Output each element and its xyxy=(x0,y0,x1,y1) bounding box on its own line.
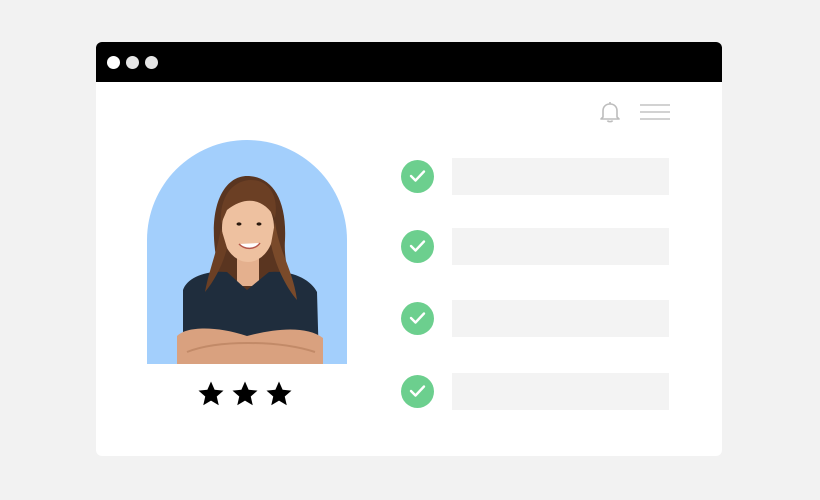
profile-photo xyxy=(147,140,347,364)
profile-card xyxy=(147,140,347,364)
check-circle-icon[interactable] xyxy=(401,160,434,193)
window-minimize-dot[interactable] xyxy=(126,56,139,69)
list-item xyxy=(401,158,671,196)
placeholder-bar xyxy=(452,158,669,195)
placeholder-bar xyxy=(452,373,669,410)
window-close-dot[interactable] xyxy=(107,56,120,69)
star-icon xyxy=(232,381,258,406)
bell-icon[interactable] xyxy=(598,100,622,124)
star-rating xyxy=(196,376,301,412)
list-item xyxy=(401,300,671,338)
placeholder-bar xyxy=(452,228,669,265)
check-circle-icon[interactable] xyxy=(401,375,434,408)
window-maximize-dot[interactable] xyxy=(145,56,158,69)
star-icon xyxy=(266,381,292,406)
check-circle-icon[interactable] xyxy=(401,302,434,335)
list-item xyxy=(401,373,671,411)
list-item xyxy=(401,228,671,266)
hamburger-menu-icon[interactable] xyxy=(640,102,670,122)
placeholder-bar xyxy=(452,300,669,337)
app-window xyxy=(96,42,722,456)
title-bar xyxy=(96,42,722,82)
star-icon xyxy=(198,381,224,406)
check-circle-icon[interactable] xyxy=(401,230,434,263)
